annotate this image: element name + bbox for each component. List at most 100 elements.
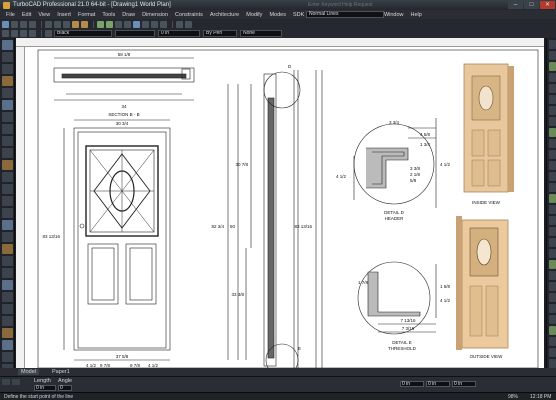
menu-item-insert[interactable]: Insert bbox=[57, 12, 71, 18]
pen-color-select[interactable]: Black bbox=[54, 30, 112, 37]
close-button[interactable]: ✕ bbox=[540, 1, 555, 9]
left-tool-icon[interactable] bbox=[2, 88, 13, 98]
left-tool-icon[interactable] bbox=[2, 232, 13, 242]
open-icon[interactable] bbox=[11, 20, 18, 28]
save-icon[interactable] bbox=[20, 20, 27, 28]
new-icon[interactable] bbox=[2, 20, 9, 28]
right-tool-icon[interactable] bbox=[549, 128, 556, 137]
fill-select[interactable]: None bbox=[240, 30, 282, 37]
tab-model[interactable]: Model bbox=[18, 369, 39, 375]
lock-icon[interactable] bbox=[29, 30, 36, 37]
right-tool-icon[interactable] bbox=[549, 271, 556, 280]
right-tool-icon[interactable] bbox=[549, 40, 556, 49]
cut-icon[interactable] bbox=[45, 20, 52, 28]
right-tool-icon[interactable] bbox=[549, 293, 556, 302]
pan-icon[interactable] bbox=[106, 20, 113, 28]
drawing-canvas[interactable]: 58 1/8 34 SECTION B - B 30 3/4 83 13/16 … bbox=[16, 38, 544, 368]
door-drawing[interactable]: 58 1/8 34 SECTION B - B 30 3/4 83 13/16 … bbox=[16, 38, 544, 368]
right-tool-icon[interactable] bbox=[549, 205, 556, 214]
right-tool-icon[interactable] bbox=[549, 139, 556, 148]
menu-item-modify[interactable]: Modify bbox=[246, 12, 262, 18]
line-width-field[interactable]: 0 in bbox=[158, 30, 200, 37]
right-tool-icon[interactable] bbox=[549, 62, 556, 71]
left-tool-icon[interactable] bbox=[2, 292, 13, 302]
menu-item-format[interactable]: Format bbox=[78, 12, 95, 18]
left-tool-icon[interactable] bbox=[2, 136, 13, 146]
menu-item-draw[interactable]: Draw bbox=[122, 12, 135, 18]
menu-item-file[interactable]: File bbox=[6, 12, 15, 18]
ortho-icon[interactable] bbox=[151, 20, 158, 28]
right-tool-icon[interactable] bbox=[549, 227, 556, 236]
right-tool-icon[interactable] bbox=[549, 249, 556, 258]
right-tool-icon[interactable] bbox=[549, 337, 556, 346]
menu-item-architecture[interactable]: Architecture bbox=[210, 12, 239, 18]
right-tool-icon[interactable] bbox=[549, 95, 556, 104]
zoom-level[interactable]: 98% bbox=[508, 394, 518, 400]
left-tool-icon[interactable] bbox=[2, 40, 13, 50]
right-tool-icon[interactable] bbox=[549, 348, 556, 357]
menu-item-modes[interactable]: Modes bbox=[269, 12, 286, 18]
right-tool-icon[interactable] bbox=[549, 359, 556, 368]
undo-icon[interactable] bbox=[72, 20, 79, 28]
left-tool-icon[interactable] bbox=[2, 172, 13, 182]
tool-icon[interactable] bbox=[12, 379, 20, 385]
print-icon[interactable] bbox=[29, 20, 36, 28]
menu-item-dimension[interactable]: Dimension bbox=[142, 12, 168, 18]
menu-item-help[interactable]: Help bbox=[411, 12, 422, 18]
left-tool-icon[interactable] bbox=[2, 280, 13, 290]
color-swatch-icon[interactable] bbox=[45, 30, 52, 37]
maximize-button[interactable]: □ bbox=[524, 1, 539, 9]
left-tool-icon[interactable] bbox=[2, 148, 13, 158]
right-tool-icon[interactable] bbox=[549, 183, 556, 192]
right-tool-icon[interactable] bbox=[549, 216, 556, 225]
right-tool-icon[interactable] bbox=[549, 106, 556, 115]
left-tool-icon[interactable] bbox=[2, 124, 13, 134]
menu-item-sdk[interactable]: SDK bbox=[293, 12, 304, 18]
left-tool-icon[interactable] bbox=[2, 112, 13, 122]
help-search-hint[interactable]: Enter Keyword Help Request bbox=[308, 2, 372, 8]
angle-field[interactable]: 0 bbox=[58, 385, 72, 391]
paste-icon[interactable] bbox=[63, 20, 70, 28]
right-tool-icon[interactable] bbox=[549, 260, 556, 269]
right-tool-icon[interactable] bbox=[549, 84, 556, 93]
pen-style-select[interactable]: By Pen bbox=[203, 30, 237, 37]
left-tool-icon[interactable] bbox=[2, 100, 13, 110]
minimize-button[interactable]: – bbox=[508, 1, 523, 9]
right-tool-icon[interactable] bbox=[549, 117, 556, 126]
line-pattern-select[interactable] bbox=[115, 30, 155, 37]
menu-item-constraints[interactable]: Constraints bbox=[175, 12, 203, 18]
select-icon[interactable] bbox=[11, 30, 18, 37]
measure-icon[interactable] bbox=[160, 20, 167, 28]
help-icon[interactable] bbox=[185, 20, 192, 28]
copy-icon[interactable] bbox=[54, 20, 61, 28]
left-tool-icon[interactable] bbox=[2, 76, 13, 86]
left-tool-icon[interactable] bbox=[2, 244, 13, 254]
right-tool-icon[interactable] bbox=[549, 172, 556, 181]
left-tool-icon[interactable] bbox=[2, 208, 13, 218]
properties-icon[interactable] bbox=[176, 20, 183, 28]
layer-icon[interactable] bbox=[115, 20, 122, 28]
menu-item-tools[interactable]: Tools bbox=[102, 12, 115, 18]
length-field[interactable]: 0 in bbox=[34, 385, 56, 391]
redo-icon[interactable] bbox=[81, 20, 88, 28]
right-tool-icon[interactable] bbox=[549, 150, 556, 159]
pen-icon[interactable] bbox=[2, 30, 9, 37]
left-tool-icon[interactable] bbox=[2, 184, 13, 194]
left-tool-icon[interactable] bbox=[2, 352, 13, 362]
right-tool-icon[interactable] bbox=[549, 194, 556, 203]
layer-visibility-icon[interactable] bbox=[20, 30, 27, 37]
right-tool-icon[interactable] bbox=[549, 51, 556, 60]
menu-item-edit[interactable]: Edit bbox=[22, 12, 31, 18]
zoom-icon[interactable] bbox=[97, 20, 104, 28]
grid-icon[interactable] bbox=[142, 20, 149, 28]
right-tool-icon[interactable] bbox=[549, 238, 556, 247]
left-tool-icon[interactable] bbox=[2, 328, 13, 338]
left-tool-icon[interactable] bbox=[2, 340, 13, 350]
tab-paper1[interactable]: Paper1 bbox=[49, 369, 73, 375]
line-style-combo[interactable]: Normal Lines bbox=[306, 11, 384, 18]
tool-icon[interactable] bbox=[2, 379, 10, 385]
menu-item-view[interactable]: View bbox=[38, 12, 50, 18]
left-tool-icon[interactable] bbox=[2, 52, 13, 62]
left-tool-icon[interactable] bbox=[2, 160, 13, 170]
left-tool-icon[interactable] bbox=[2, 256, 13, 266]
